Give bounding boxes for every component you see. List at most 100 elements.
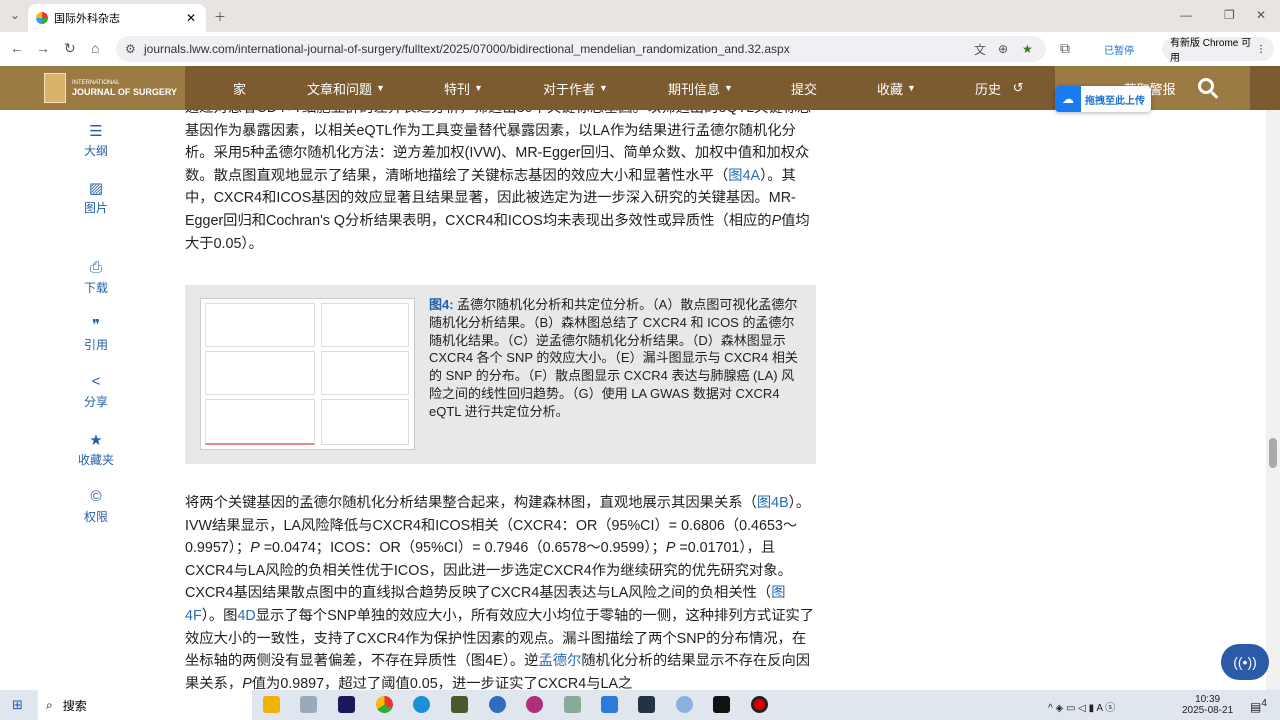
app-icon[interactable]: [638, 696, 655, 713]
scrollbar-thumb[interactable]: [1269, 438, 1277, 468]
tab-list-button[interactable]: ⌄: [10, 8, 20, 22]
list-icon: ☰: [89, 123, 103, 140]
page-scrollbar[interactable]: [1266, 66, 1280, 690]
taskbar: ⊞ ⌕ 搜索 ^ ◈ ▭ ◁ ▮ A ⓢ 10:39 2025-08-21 ▤4: [0, 690, 1280, 720]
close-window-button[interactable]: ✕: [1256, 8, 1266, 22]
sidebar-outline[interactable]: ☰ 大纲: [62, 122, 130, 159]
nav-favorites[interactable]: 收藏 ▼: [877, 66, 916, 110]
caption-text: 孟德尔随机化分析和共定位分析。（A）散点图可视化孟德尔随机化分析结果。（B）森林…: [429, 297, 798, 419]
terminal-icon[interactable]: [713, 696, 730, 713]
nav-articles[interactable]: 文章和问题 ▼: [307, 66, 385, 110]
logo-line1: INTERNATIONAL: [72, 79, 120, 86]
nav-journal-info[interactable]: 期刊信息 ▼: [668, 66, 733, 110]
journal-logo[interactable]: INTERNATIONAL JOURNAL OF SURGERY: [0, 66, 185, 110]
profile-status: 已暂停: [1104, 45, 1134, 57]
sidebar-label: 引用: [83, 338, 108, 352]
time: 10:39: [1195, 694, 1221, 705]
sidebar-label: 收藏夹: [77, 453, 114, 467]
clock[interactable]: 10:39 2025-08-21: [1182, 694, 1233, 716]
maximize-button[interactable]: ❐: [1224, 8, 1235, 22]
nav-label: 收藏: [877, 81, 904, 97]
sidebar-download[interactable]: ⎙ 下载: [62, 259, 130, 296]
tab-title: 国际外科杂志: [54, 13, 120, 25]
figure-thumbnail[interactable]: [200, 298, 415, 450]
term-link[interactable]: 孟德尔: [538, 653, 581, 669]
copyright-icon: ©: [90, 488, 102, 505]
reload-icon[interactable]: ↻: [64, 40, 76, 57]
system-tray-icons[interactable]: ^ ◈ ▭ ◁ ▮ A ⓢ: [1048, 699, 1115, 714]
figure-link[interactable]: 4D: [237, 608, 255, 624]
nav-special-issues[interactable]: 特刊 ▼: [444, 66, 483, 110]
audio-broadcast-button[interactable]: ((•)): [1221, 644, 1269, 680]
text: P: [665, 540, 676, 557]
nav-history[interactable]: 历史 ↺: [975, 66, 1024, 110]
logo-line2: JOURNAL OF SURGERY: [72, 86, 178, 97]
home-icon[interactable]: ⌂: [91, 40, 99, 56]
r-icon[interactable]: [489, 696, 506, 713]
sidebar-share[interactable]: < 分享: [62, 373, 130, 410]
text: P: [771, 212, 782, 229]
app-icon[interactable]: [300, 696, 317, 713]
nav-for-authors[interactable]: 对于作者 ▼: [543, 66, 608, 110]
site-info-icon[interactable]: ⚙: [125, 42, 136, 56]
nav-label: 期刊信息: [668, 81, 721, 97]
figure-label[interactable]: 图4:: [429, 297, 454, 312]
taskbar-search[interactable]: ⌕ 搜索: [38, 690, 252, 720]
notification-icon[interactable]: ▤4: [1250, 698, 1267, 714]
minimize-button[interactable]: —: [1180, 8, 1192, 22]
tab-bar: ⌄ 国际外科杂志 ✕ ＋ — ❐ ✕: [0, 0, 1280, 32]
browser-toolbar: ← → ↻ ⌂ ⚙ journals.lww.com/international…: [0, 32, 1280, 66]
update-chrome-button[interactable]: 有新版 Chrome 可用 ⋮: [1162, 37, 1274, 64]
sidebar-label: 大纲: [83, 144, 108, 158]
figure-4: 图4: 孟德尔随机化分析和共定位分析。（A）散点图可视化孟德尔随机化分析结果。（…: [185, 285, 816, 464]
sidebar-cite[interactable]: ❞ 引用: [62, 316, 130, 353]
chrome-icon[interactable]: [376, 696, 393, 713]
forward-icon[interactable]: →: [36, 40, 50, 56]
broadcast-icon: ((•)): [1233, 654, 1257, 670]
nav-label: 家: [233, 81, 247, 97]
figure-link[interactable]: 图4A: [728, 168, 760, 184]
sidebar-label: 下载: [83, 281, 108, 295]
browser-tab[interactable]: 国际外科杂志 ✕: [28, 4, 206, 32]
sidebar-images[interactable]: ▨ 图片: [62, 179, 130, 216]
3d-app-icon[interactable]: [526, 696, 543, 713]
zoom-icon[interactable]: ⊕: [998, 42, 1008, 56]
back-icon[interactable]: ←: [10, 40, 24, 56]
search-icon[interactable]: [1198, 78, 1214, 94]
app-icon[interactable]: [601, 696, 618, 713]
figure-caption: 图4: 孟德尔随机化分析和共定位分析。（A）散点图可视化孟德尔随机化分析结果。（…: [429, 296, 807, 421]
date: 2025-08-21: [1182, 705, 1234, 716]
nav-submit[interactable]: 提交: [791, 66, 817, 110]
app-icon[interactable]: [564, 696, 581, 713]
profile-paused-button[interactable]: 已暂停: [1096, 37, 1142, 61]
sidebar-permissions[interactable]: © 权限: [62, 488, 130, 525]
premiere-icon[interactable]: [338, 696, 355, 713]
app-icon[interactable]: [451, 696, 468, 713]
extensions-icon[interactable]: ⧉: [1060, 40, 1070, 57]
close-tab-icon[interactable]: ✕: [186, 11, 196, 25]
translate-icon[interactable]: ⽂: [974, 41, 986, 58]
nav-label: 历史: [975, 81, 1002, 97]
star-icon: ★: [89, 432, 103, 449]
new-tab-button[interactable]: ＋: [214, 8, 226, 25]
sidebar-label: 权限: [83, 510, 108, 524]
paragraph-1: 通过对患者CD4+T细胞亚群的差异表达分析，筛选出30个关键标志基因。以筛选出的…: [185, 97, 815, 255]
recorder-icon[interactable]: [751, 696, 768, 713]
rstudio-icon[interactable]: [676, 696, 693, 713]
edge-icon[interactable]: [413, 696, 430, 713]
site-favicon-icon: [36, 12, 48, 24]
windows-start-icon[interactable]: ⊞: [12, 697, 23, 713]
drag-upload-widget[interactable]: ☁ 拖拽至此上传: [1055, 86, 1151, 112]
text: =0.0474；ICOS：OR（95%CI）= 0.7946（0.6578～0.…: [259, 540, 666, 557]
figure-link[interactable]: 图4B: [757, 495, 789, 511]
nav-label: 提交: [791, 81, 818, 97]
nav-home[interactable]: 家: [233, 66, 246, 110]
share-icon: <: [91, 373, 101, 390]
bookmark-star-icon[interactable]: ★: [1022, 42, 1033, 56]
address-bar[interactable]: ⚙ journals.lww.com/international-journal…: [116, 36, 1046, 62]
sidebar-favorites[interactable]: ★ 收藏夹: [62, 431, 130, 468]
file-explorer-icon[interactable]: [263, 696, 280, 713]
chevron-down-icon: ▼: [599, 83, 608, 93]
logo-mark-icon: [44, 73, 66, 103]
search-icon: ⌕: [46, 697, 53, 712]
